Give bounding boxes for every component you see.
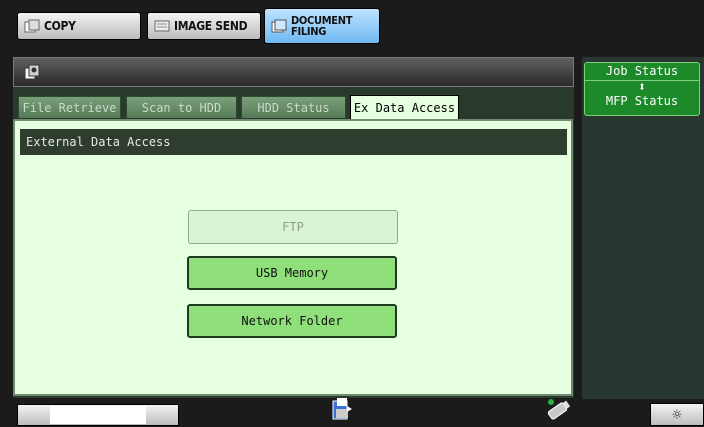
usb-memory-button[interactable]: USB Memory — [187, 256, 397, 290]
tab-file-retrieve-label: File Retrieve — [22, 100, 117, 115]
job-status-panel: Job Status ⬍ MFP Status — [582, 57, 704, 399]
tab-ex-data-access-label: Ex Data Access — [353, 100, 456, 115]
image-send-label: IMAGE SEND — [174, 19, 248, 33]
main-title-bar — [13, 57, 574, 87]
tab-scan-to-hdd[interactable]: Scan to HDD — [126, 96, 237, 118]
contrast-slider[interactable] — [17, 404, 179, 426]
tab-ex-data-access[interactable]: Ex Data Access — [350, 95, 459, 119]
tab-scan-to-hdd-label: Scan to HDD — [141, 100, 222, 115]
brightness-icon: ☼ — [672, 405, 682, 424]
ftp-button-label: FTP — [282, 220, 304, 234]
network-folder-button-label: Network Folder — [241, 314, 343, 328]
slider-knob — [50, 406, 146, 424]
content-panel: External Data Access FTP USB Memory Netw… — [13, 119, 573, 396]
copy-icon — [24, 19, 40, 33]
document-filing-label: DOCUMENT FILING — [291, 15, 352, 37]
job-queue-icon[interactable] — [331, 397, 353, 427]
document-filing-icon — [271, 19, 287, 33]
brightness-button[interactable]: ☼ — [650, 403, 704, 426]
image-send-icon — [154, 19, 170, 33]
tab-hdd-status[interactable]: HDD Status — [241, 96, 346, 118]
network-folder-button[interactable]: Network Folder — [187, 304, 397, 338]
copy-mode-button[interactable]: COPY — [17, 12, 141, 40]
job-status-label: Job Status — [585, 63, 699, 81]
copy-label: COPY — [44, 19, 76, 33]
status-toggle-arrows-icon: ⬍ — [638, 80, 646, 95]
document-filing-mode-button[interactable]: DOCUMENT FILING — [264, 8, 380, 44]
panel-heading-bar: External Data Access — [20, 129, 567, 155]
mfp-status-label: MFP Status — [605, 94, 679, 108]
document-filing-line2: FILING — [291, 25, 327, 38]
job-status-button[interactable]: Job Status ⬍ MFP Status — [584, 62, 700, 116]
usb-connection-icon[interactable] — [543, 398, 573, 426]
document-filing-icon — [24, 64, 40, 84]
image-send-mode-button[interactable]: IMAGE SEND — [147, 12, 261, 40]
tab-hdd-status-label: HDD Status — [257, 100, 330, 115]
tab-file-retrieve[interactable]: File Retrieve — [18, 96, 121, 118]
ftp-button[interactable]: FTP — [188, 210, 398, 244]
panel-heading: External Data Access — [26, 135, 171, 149]
usb-memory-button-label: USB Memory — [255, 266, 329, 280]
